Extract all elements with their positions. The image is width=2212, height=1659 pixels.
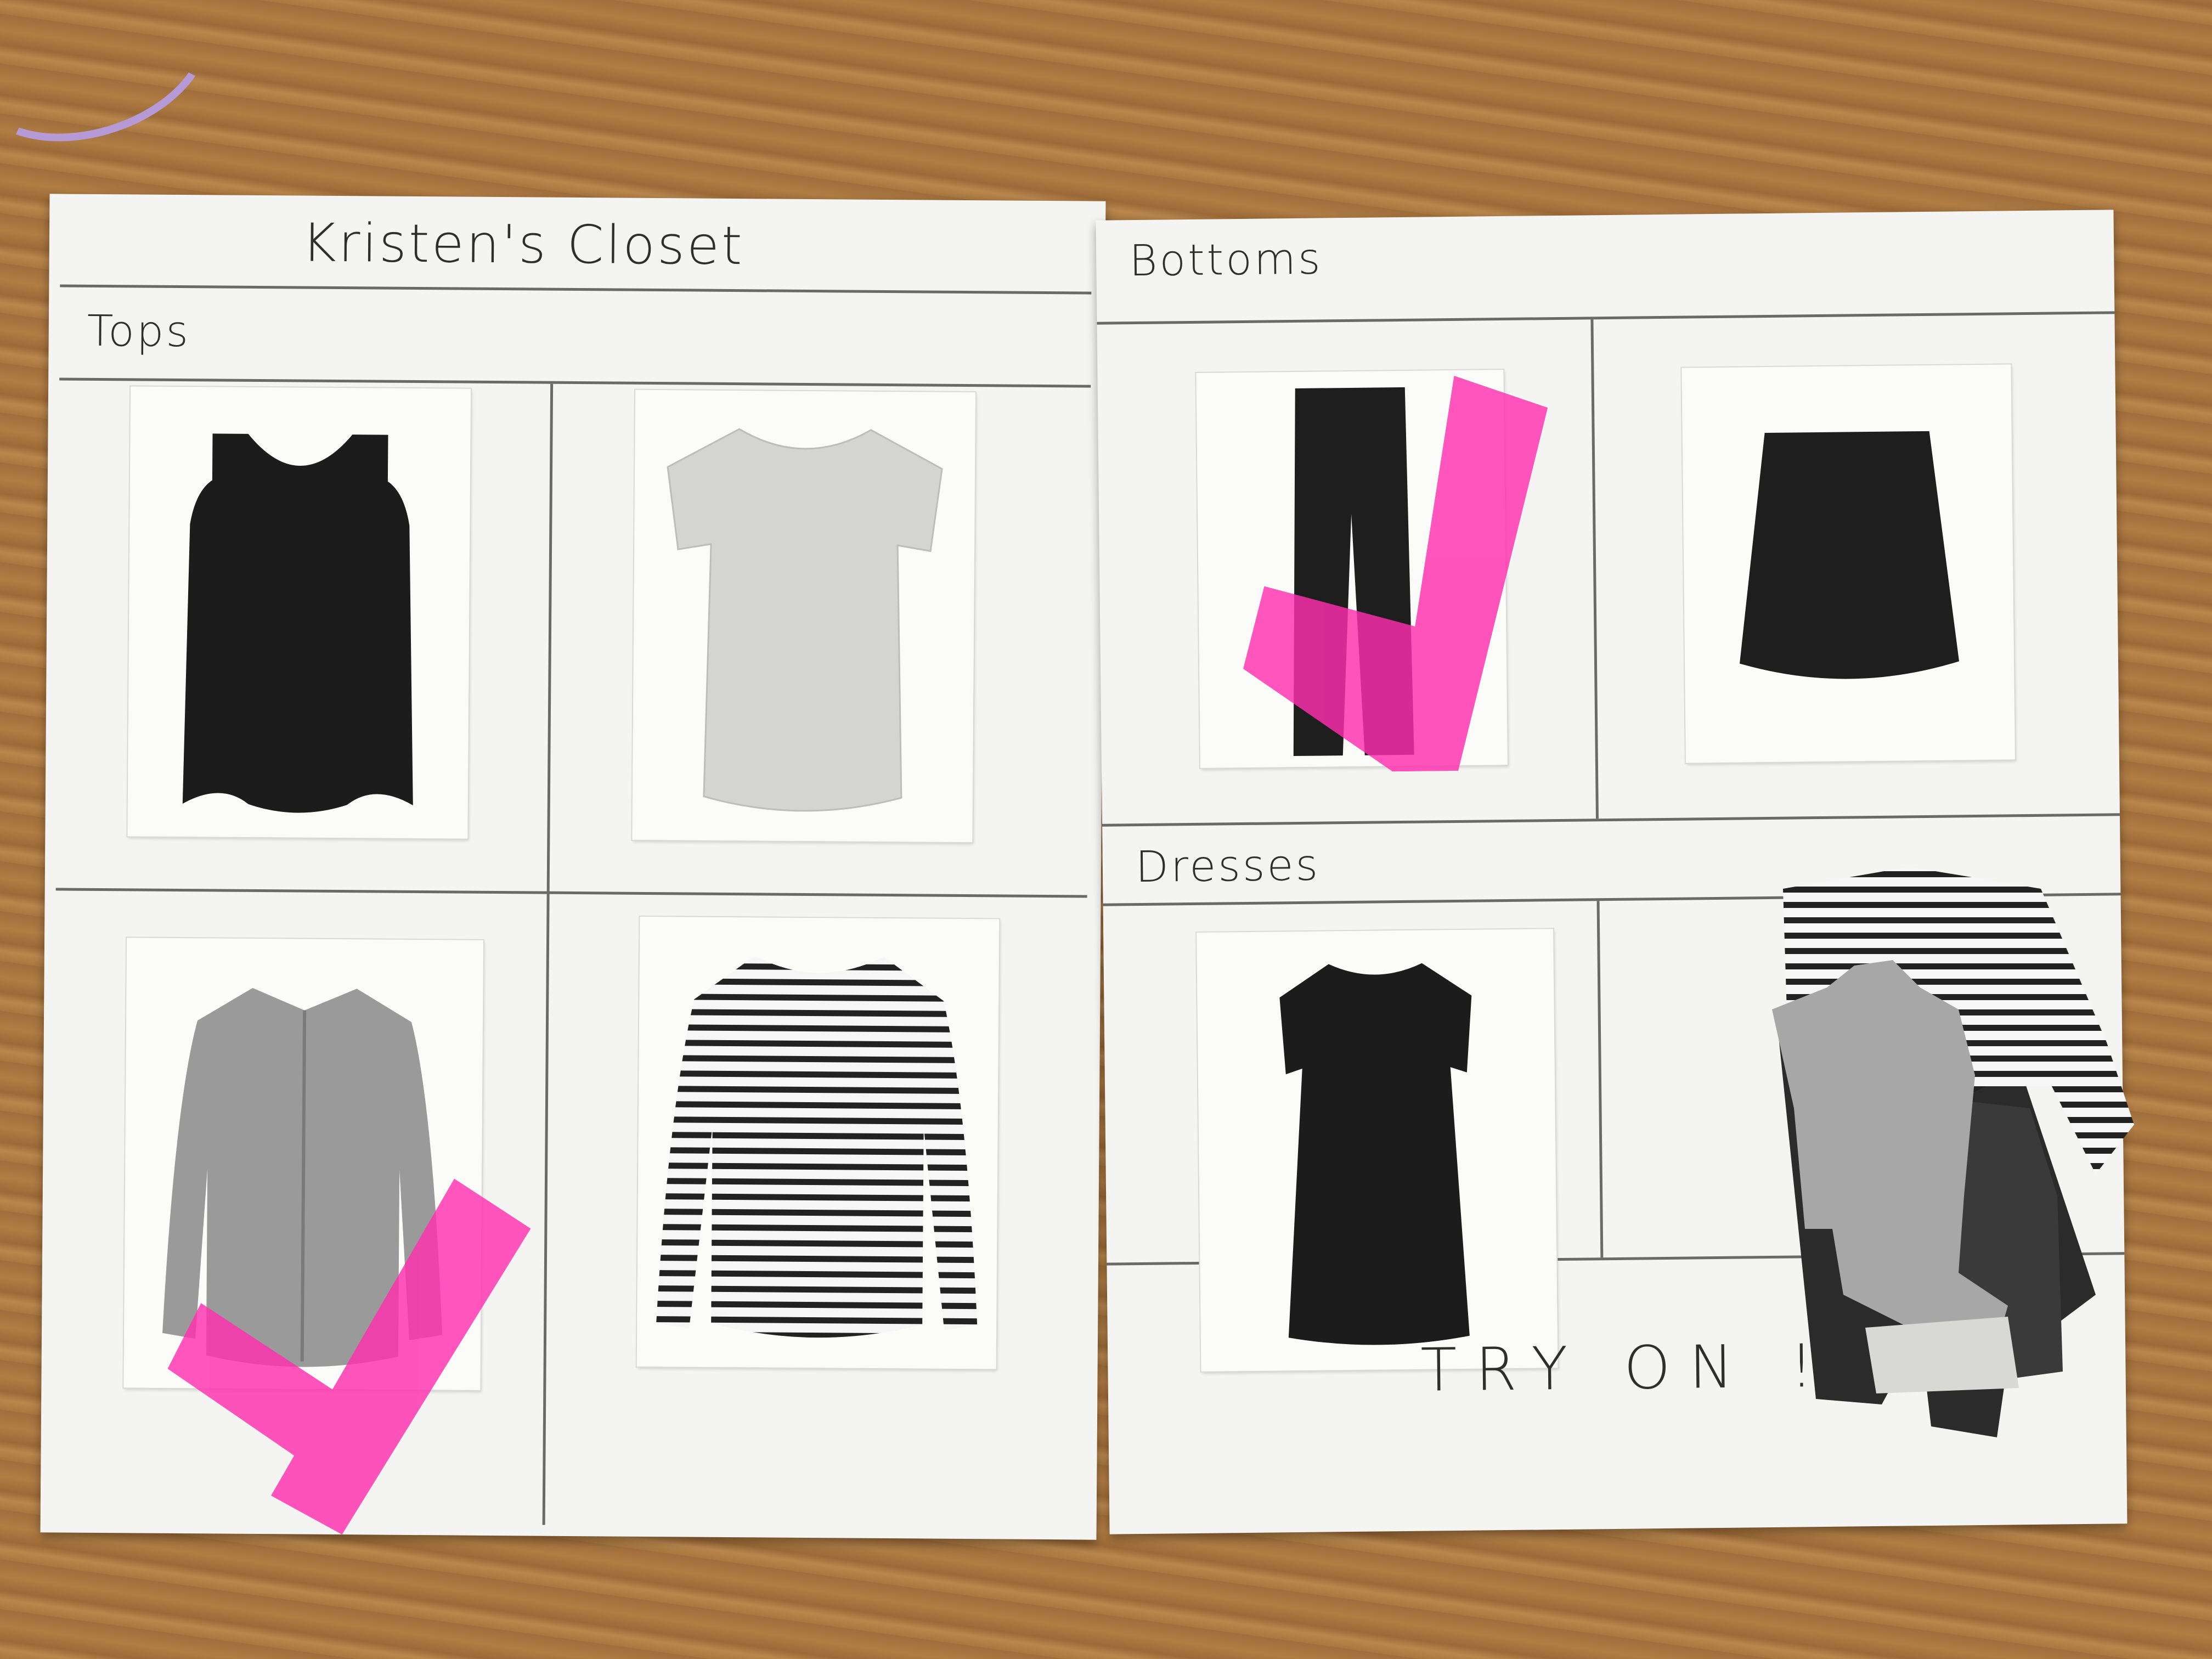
- dresses-column-divider: [1596, 901, 1604, 1258]
- clothing-pile-icon: [1772, 867, 2134, 1437]
- grey-tee-icon: [667, 428, 943, 812]
- section-label-tops: Tops: [87, 306, 191, 357]
- black-skirt-icon: [1740, 431, 1960, 679]
- striped-top-icon: [656, 956, 978, 1338]
- page-title: Kristen's Closet: [301, 212, 745, 277]
- item-card-black-skirt[interactable]: [1681, 364, 2015, 763]
- selected-checkmark-icon: [1243, 375, 1548, 772]
- closet-page-left: Kristen's Closet Tops: [40, 194, 1106, 1540]
- tops-row-divider: [55, 888, 1087, 898]
- bottoms-column-divider: [1590, 319, 1599, 819]
- black-dress-icon: [1279, 963, 1472, 1345]
- black-tank-icon: [182, 433, 413, 813]
- desk-cable: [0, 0, 232, 171]
- tops-divider: [59, 377, 1091, 388]
- bottoms-divider: [1097, 311, 2115, 325]
- title-divider: [60, 284, 1092, 295]
- item-card-striped-top[interactable]: [636, 916, 1000, 1369]
- section-label-bottoms: Bottoms: [1128, 234, 1323, 286]
- selected-checkmark-icon: [167, 1178, 531, 1535]
- item-card-black-tank[interactable]: [127, 386, 471, 839]
- item-card-grey-tee[interactable]: [632, 390, 976, 843]
- section-label-dresses: Dresses: [1135, 840, 1321, 893]
- item-card-black-dress[interactable]: [1197, 929, 1558, 1372]
- try-on-pile[interactable]: [1701, 779, 2194, 1547]
